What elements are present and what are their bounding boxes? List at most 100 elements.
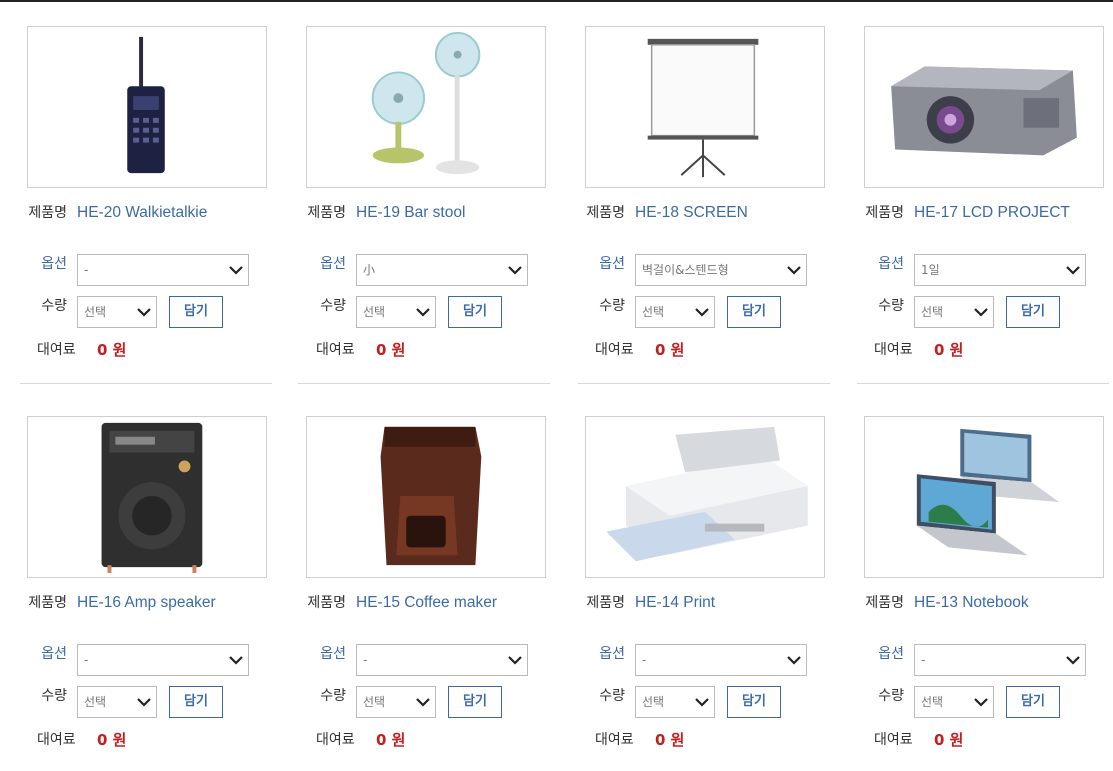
add-to-cart-button[interactable]: 담기	[169, 686, 223, 718]
chevron-down-icon	[690, 297, 714, 327]
price-value: 0 원	[97, 731, 127, 749]
chevron-down-icon	[969, 687, 993, 717]
option-select[interactable]: -	[635, 644, 807, 676]
name-label: 제품명	[586, 595, 625, 611]
option-select[interactable]: -	[356, 644, 528, 676]
product-image-electric-fan[interactable]	[306, 26, 546, 188]
quantity-label: 수량	[41, 298, 67, 314]
add-to-cart-button[interactable]: 담기	[448, 296, 502, 328]
row-divider	[578, 383, 830, 384]
add-to-cart-button[interactable]: 담기	[727, 686, 781, 718]
row-divider	[298, 383, 550, 384]
quantity-label: 수량	[320, 688, 346, 704]
name-label: 제품명	[307, 595, 346, 611]
rent-label: 대여료	[874, 732, 913, 748]
price-value: 0 원	[934, 341, 964, 359]
product-name-link[interactable]: HE-13 Notebook	[914, 593, 1074, 613]
quantity-select[interactable]: 선택	[635, 296, 715, 328]
option-select[interactable]: 小	[356, 254, 528, 286]
quantity-select[interactable]: 선택	[77, 686, 157, 718]
price-value: 0 원	[376, 341, 406, 359]
rent-label: 대여료	[595, 732, 634, 748]
product-image-amp-speaker[interactable]	[27, 416, 267, 578]
price-value: 0 원	[655, 341, 685, 359]
chevron-down-icon	[224, 255, 248, 285]
price-value: 0 원	[655, 731, 685, 749]
product-name-link[interactable]: HE-15 Coffee maker	[356, 593, 516, 613]
quantity-select[interactable]: 선택	[356, 296, 436, 328]
product-name-link[interactable]: HE-20 Walkietalkie	[77, 203, 237, 223]
price-value: 0 원	[376, 731, 406, 749]
rent-label: 대여료	[316, 732, 355, 748]
row-divider	[20, 383, 272, 384]
rent-label: 대여료	[37, 342, 76, 358]
option-select[interactable]: -	[77, 254, 249, 286]
product-image-lcd-projector[interactable]	[864, 26, 1104, 188]
product-name-link[interactable]: HE-16 Amp speaker	[77, 593, 237, 613]
option-label: 옵션	[599, 256, 625, 272]
option-label: 옵션	[320, 256, 346, 272]
name-label: 제품명	[28, 595, 67, 611]
quantity-label: 수량	[599, 688, 625, 704]
rent-label: 대여료	[37, 732, 76, 748]
name-label: 제품명	[28, 205, 67, 221]
quantity-label: 수량	[320, 298, 346, 314]
name-label: 제품명	[307, 205, 346, 221]
chevron-down-icon	[411, 297, 435, 327]
product-image-laser-printer[interactable]	[585, 416, 825, 578]
option-label: 옵션	[878, 646, 904, 662]
price-value: 0 원	[934, 731, 964, 749]
chevron-down-icon	[782, 255, 806, 285]
chevron-down-icon	[782, 645, 806, 675]
add-to-cart-button[interactable]: 담기	[727, 296, 781, 328]
chevron-down-icon	[224, 645, 248, 675]
chevron-down-icon	[503, 645, 527, 675]
product-image-coffee-maker[interactable]	[306, 416, 546, 578]
option-label: 옵션	[41, 646, 67, 662]
product-image-walkie-talkie[interactable]	[27, 26, 267, 188]
rent-label: 대여료	[595, 342, 634, 358]
product-name-link[interactable]: HE-18 SCREEN	[635, 203, 795, 223]
add-to-cart-button[interactable]: 담기	[1006, 686, 1060, 718]
row-divider	[857, 383, 1109, 384]
option-label: 옵션	[878, 256, 904, 272]
name-label: 제품명	[586, 205, 625, 221]
quantity-select[interactable]: 선택	[77, 296, 157, 328]
option-label: 옵션	[320, 646, 346, 662]
price-value: 0 원	[97, 341, 127, 359]
add-to-cart-button[interactable]: 담기	[1006, 296, 1060, 328]
name-label: 제품명	[865, 595, 904, 611]
quantity-select[interactable]: 선택	[914, 686, 994, 718]
quantity-label: 수량	[599, 298, 625, 314]
chevron-down-icon	[132, 687, 156, 717]
quantity-select[interactable]: 선택	[356, 686, 436, 718]
quantity-label: 수량	[878, 688, 904, 704]
chevron-down-icon	[690, 687, 714, 717]
quantity-label: 수량	[878, 298, 904, 314]
quantity-select[interactable]: 선택	[635, 686, 715, 718]
chevron-down-icon	[411, 687, 435, 717]
name-label: 제품명	[865, 205, 904, 221]
add-to-cart-button[interactable]: 담기	[169, 296, 223, 328]
add-to-cart-button[interactable]: 담기	[448, 686, 502, 718]
chevron-down-icon	[503, 255, 527, 285]
quantity-label: 수량	[41, 688, 67, 704]
chevron-down-icon	[969, 297, 993, 327]
product-image-notebook[interactable]	[864, 416, 1104, 578]
product-name-link[interactable]: HE-14 Print	[635, 593, 795, 613]
option-select[interactable]: -	[914, 644, 1086, 676]
quantity-select[interactable]: 선택	[914, 296, 994, 328]
product-image-projection-screen[interactable]	[585, 26, 825, 188]
option-select[interactable]: 벽걸이&스텐드형	[635, 254, 807, 286]
option-label: 옵션	[599, 646, 625, 662]
chevron-down-icon	[1061, 255, 1085, 285]
rent-label: 대여료	[316, 342, 355, 358]
option-select[interactable]: -	[77, 644, 249, 676]
option-label: 옵션	[41, 256, 67, 272]
option-select[interactable]: 1일	[914, 254, 1086, 286]
product-grid: 제품명 HE-20 Walkietalkie 옵션 - 수량 선택 담기 대여료…	[0, 0, 1113, 771]
rent-label: 대여료	[874, 342, 913, 358]
chevron-down-icon	[132, 297, 156, 327]
product-name-link[interactable]: HE-17 LCD PROJECT	[914, 203, 1074, 223]
product-name-link[interactable]: HE-19 Bar stool	[356, 203, 516, 223]
